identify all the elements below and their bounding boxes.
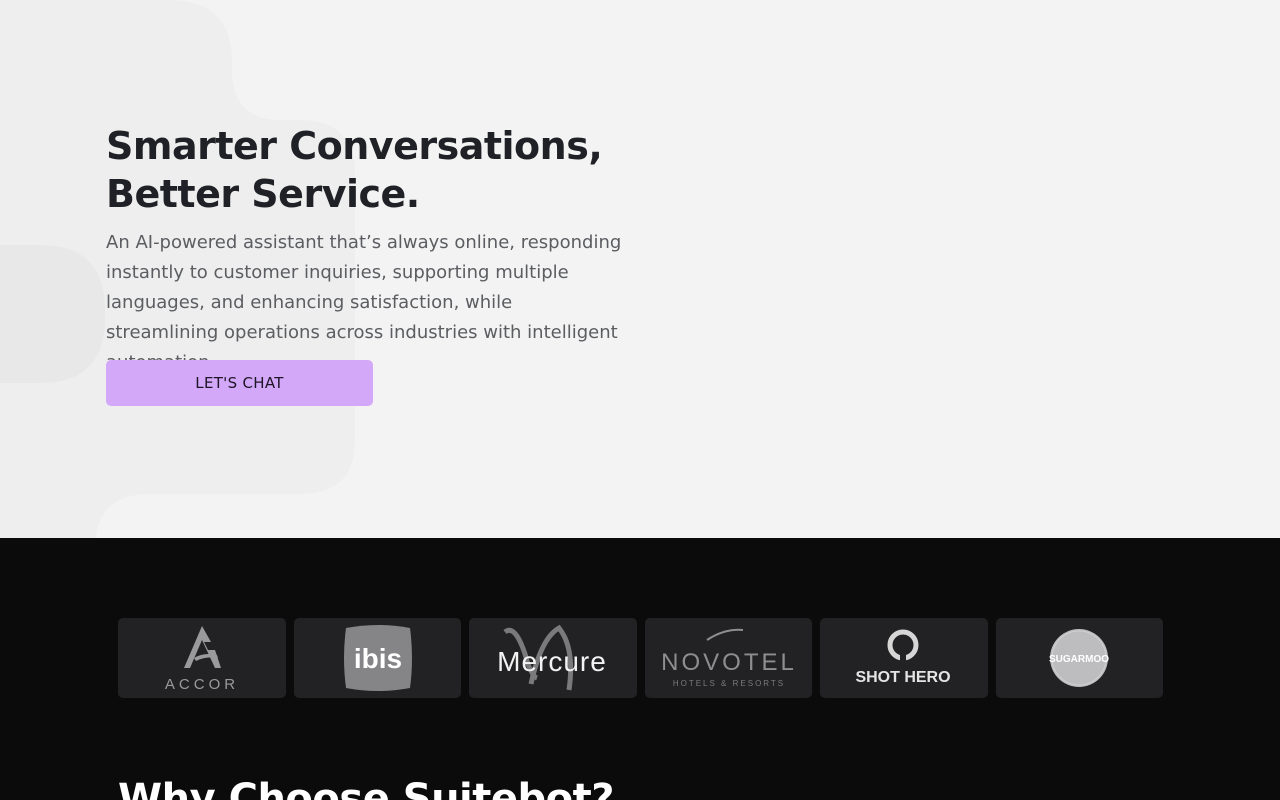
- section-title: Why Choose Suitebot?: [118, 776, 614, 800]
- logo-card-accor: ACCOR: [118, 618, 286, 698]
- hero-content: Smarter Conversations, Better Service. A…: [106, 122, 646, 406]
- accor-logo-text: ACCOR: [165, 676, 239, 693]
- novotel-logo-subtext: HOTELS & RESORTS: [673, 679, 785, 688]
- lets-chat-button[interactable]: LET'S CHAT: [106, 360, 373, 406]
- hero-title: Smarter Conversations, Better Service.: [106, 122, 646, 218]
- hero-title-line2: Better Service.: [106, 172, 420, 216]
- shothero-logo: SHOT HERO: [856, 629, 951, 686]
- sugarmoo-logo-text: SUGARMOO: [1049, 654, 1109, 665]
- mercure-logo: Mercure: [497, 624, 607, 691]
- novotel-logo: NOVOTEL HOTELS & RESORTS: [661, 628, 797, 688]
- ibis-logo: ibis: [343, 625, 412, 691]
- mercure-logo-text: Mercure: [497, 646, 607, 677]
- ibis-logo-text: ibis: [354, 643, 402, 674]
- shothero-logo-text: SHOT HERO: [856, 669, 951, 686]
- logo-card-mercure: Mercure: [469, 618, 637, 698]
- logo-card-shothero: SHOT HERO: [820, 618, 988, 698]
- hero-title-line1: Smarter Conversations,: [106, 124, 603, 168]
- logo-card-sugarmoo: SUGARMOO: [995, 618, 1163, 698]
- hero-section: Smarter Conversations, Better Service. A…: [0, 0, 1280, 538]
- hero-subtitle: An AI-powered assistant that’s always on…: [106, 232, 622, 373]
- client-logos: ACCOR ibis Mercure NOVOTEL HOTELS & RESO…: [118, 618, 1163, 698]
- accor-logo: ACCOR: [165, 626, 239, 693]
- sugarmoo-logo: SUGARMOO: [1049, 629, 1109, 687]
- logo-card-ibis: ibis: [293, 618, 461, 698]
- logo-card-novotel: NOVOTEL HOTELS & RESORTS: [644, 618, 812, 698]
- novotel-logo-text: NOVOTEL: [661, 649, 797, 676]
- clients-section: ACCOR ibis Mercure NOVOTEL HOTELS & RESO…: [0, 538, 1280, 800]
